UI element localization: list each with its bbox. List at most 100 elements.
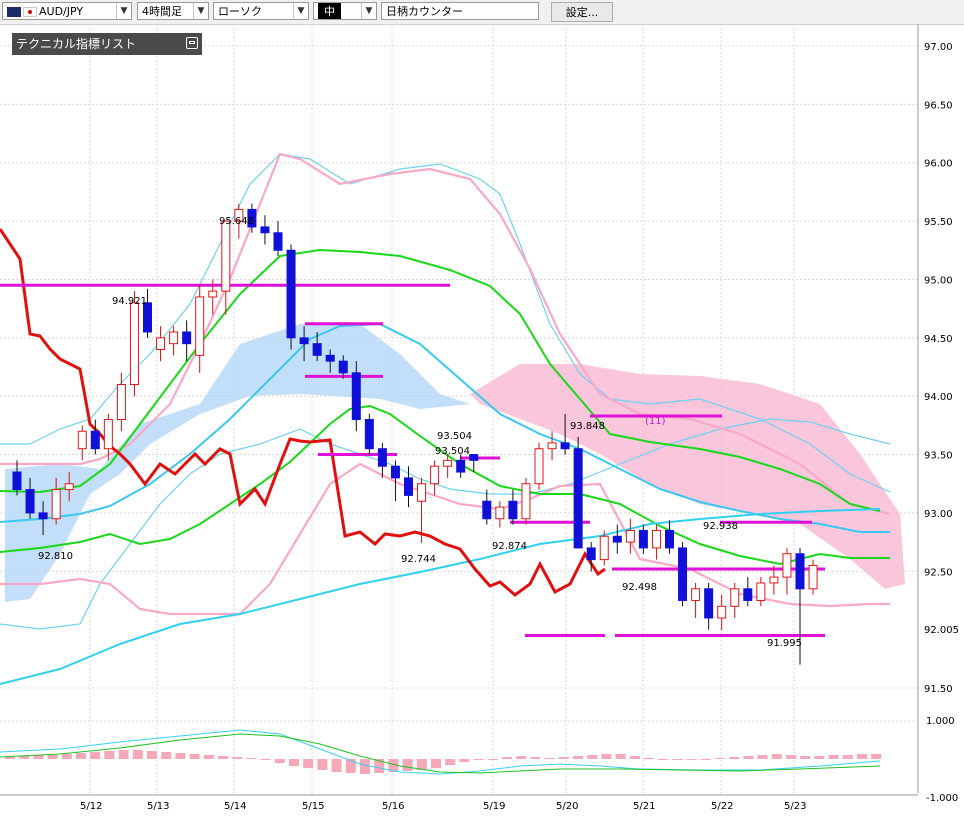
macd-histogram-bar (530, 757, 541, 759)
brand-counter-label: 日柄カウンター (386, 5, 463, 18)
candle-down (338, 360, 348, 374)
candle-down (260, 226, 270, 234)
chart-style-select[interactable]: ローソク ▼ (213, 2, 309, 20)
price-tick-label: 97.00 (924, 42, 953, 53)
chevron-down-icon[interactable]: ▼ (116, 3, 131, 19)
candle-up (769, 576, 779, 584)
macd-histogram-bar (502, 757, 512, 759)
timeframe-select[interactable]: 4時間足 ▼ (137, 2, 209, 20)
price-annotation: 91.995 (767, 638, 802, 649)
chevron-down-icon[interactable]: ▼ (193, 3, 208, 19)
candle-up (169, 331, 179, 345)
candle-down (273, 232, 283, 251)
date-tick-label: 5/22 (711, 801, 733, 812)
candle-down (90, 430, 100, 450)
macd-histogram-bar (601, 754, 612, 759)
indicator-list-title: テクニカル指標リスト (16, 37, 137, 51)
candle-down (482, 500, 492, 520)
price-tick-label: 93.50 (924, 451, 953, 462)
price-annotation: 94.921 (112, 296, 147, 307)
currency-pair-select[interactable]: AUD/JPY ▼ (2, 2, 132, 20)
macd-histogram-bar (76, 753, 86, 759)
price-tick-label: 95.50 (924, 217, 953, 228)
candle-down (795, 553, 805, 590)
macd-histogram-bar (260, 759, 271, 760)
settings-button[interactable]: 設定... (551, 2, 613, 22)
macd-histogram-bar (558, 757, 569, 759)
macd-histogram-bar (615, 754, 626, 759)
price-tick-label: 94.50 (924, 334, 953, 345)
chart-style-label: ローソク (218, 5, 262, 18)
macd-histogram-bar (842, 755, 853, 759)
price-annotation: 92.938 (703, 521, 738, 532)
date-tick-label: 5/15 (302, 801, 324, 812)
macd-histogram-bar (473, 759, 484, 760)
candle-down (508, 500, 518, 520)
candle-down (638, 529, 648, 549)
macd-histogram-bar (771, 754, 782, 759)
macd-histogram-bar (274, 759, 285, 763)
chevron-down-icon[interactable]: ▼ (293, 3, 308, 19)
price-annotation: 93.504 (435, 446, 470, 457)
macd-histogram-bar (587, 755, 598, 759)
macd-histogram-bar (700, 759, 711, 760)
candle-down (25, 489, 35, 514)
macd-histogram-bar (147, 751, 157, 759)
candle-up (221, 220, 231, 292)
macd-histogram-bar (459, 759, 470, 762)
price-tick-label: 96.50 (924, 100, 953, 111)
candle-down (743, 588, 753, 601)
timeframe-label: 4時間足 (142, 5, 182, 18)
candle-up (195, 296, 205, 356)
macd-histogram-bar (516, 756, 527, 759)
candle-up (691, 588, 701, 601)
candle-up (547, 442, 557, 450)
toolbar: AUD/JPY ▼ 4時間足 ▼ ローソク ▼ 中 ▼ 日柄カウンター 設定..… (0, 0, 964, 25)
price-tick-label: 94.00 (924, 392, 953, 403)
macd-histogram-bar (218, 756, 228, 759)
macd-histogram-bar (303, 759, 314, 768)
macd-histogram-bar (644, 758, 654, 759)
price-tick-label: 92.50 (924, 567, 953, 578)
date-tick-label: 5/14 (224, 801, 246, 812)
macd-histogram-bar (800, 756, 811, 759)
macd-histogram-bar (246, 758, 257, 759)
price-annotation: 92.498 (622, 582, 657, 593)
candle-down (299, 337, 309, 345)
candle-up (77, 430, 87, 450)
macd-histogram-bar (402, 759, 413, 771)
candle-up (443, 459, 453, 467)
date-tick-label: 5/20 (556, 801, 578, 812)
macd-histogram-bar (90, 752, 101, 759)
macd-histogram-bar (47, 755, 58, 759)
macd-histogram-bar (132, 750, 143, 759)
price-annotation: 92.810 (38, 551, 73, 562)
price-annotation: 93.848 (570, 421, 605, 432)
macd-histogram-bar (118, 750, 129, 759)
macd-histogram-bar (786, 755, 796, 759)
macd-histogram-bar (544, 758, 555, 759)
macd-histogram-bar (629, 756, 640, 759)
macd-histogram-bar (175, 753, 186, 759)
candle-down (573, 448, 583, 549)
price-chart: 94.921 95.648 93.504 93.504 93.848 92.810 92.7… (0, 24, 959, 812)
date-tick-label: 5/16 (382, 801, 404, 812)
chevron-down-icon[interactable]: ▼ (361, 3, 376, 19)
minimize-icon[interactable] (186, 37, 198, 49)
sub-tick-label: -1.000 (926, 793, 958, 804)
ichimoku-cloud (5, 324, 905, 602)
candle-up (129, 302, 139, 386)
candle-up (756, 582, 766, 601)
indicator-list-panel[interactable]: テクニカル指標リスト (12, 33, 202, 55)
candle-up (430, 465, 440, 485)
price-annotation: 95.648 (219, 216, 254, 227)
currency-pair-label: AUD/JPY (39, 5, 84, 18)
date-tick-label: 5/23 (784, 801, 806, 812)
candle-down (325, 354, 335, 362)
macd-histogram-bar (757, 755, 768, 759)
brand-counter-field[interactable]: 日柄カウンター (381, 2, 539, 20)
candle-down (377, 448, 387, 467)
macd-histogram-bar (317, 759, 328, 770)
size-select[interactable]: 中 ▼ (313, 2, 377, 20)
candle-up (651, 529, 661, 549)
